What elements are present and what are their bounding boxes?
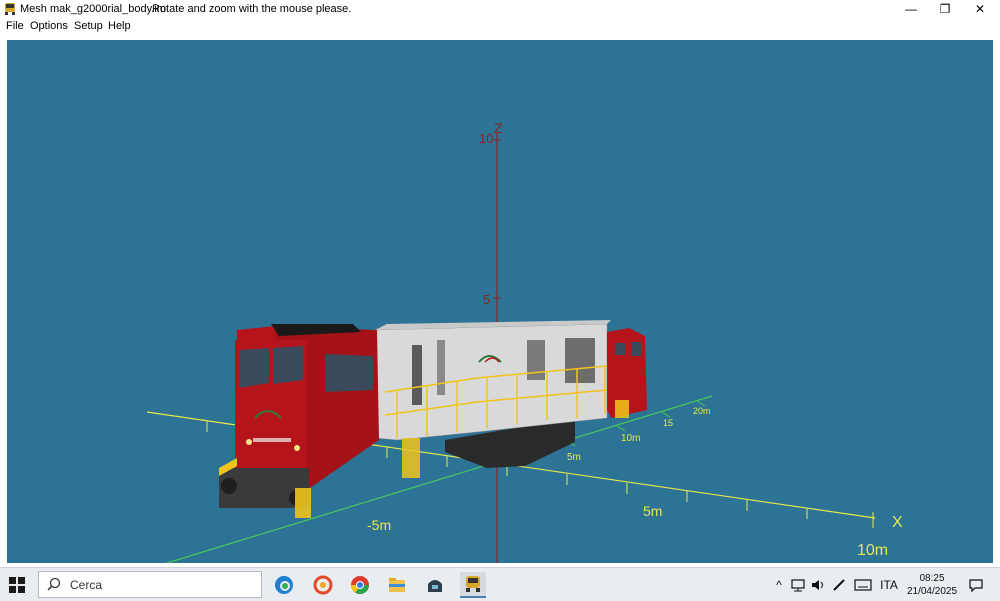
menu-file[interactable]: File — [6, 20, 24, 32]
window-hint: Rotate and zoom with the mouse please. — [152, 3, 352, 15]
menu-options[interactable]: Options — [30, 20, 68, 32]
windows-start-icon[interactable] — [8, 576, 26, 594]
rear-cab-window-2 — [631, 342, 641, 356]
chrome-icon[interactable] — [347, 572, 373, 598]
y-tick-label-20m: 20m — [693, 406, 711, 416]
keyboard-icon[interactable] — [854, 577, 872, 593]
menu-help[interactable]: Help — [108, 20, 131, 32]
x-tick-label-neg5m: -5m — [367, 517, 391, 533]
front-light-left — [246, 439, 252, 445]
show-hidden-icons-icon[interactable]: ^ — [772, 577, 786, 593]
menu-bar: File Options Setup Help — [0, 18, 1000, 34]
search-icon — [47, 577, 61, 591]
hood-grille-4 — [565, 338, 595, 383]
locomotive-model[interactable] — [219, 320, 647, 518]
taskbar: Cerca ^ ITA 08:25 21/04/2025 — [0, 567, 1000, 601]
notification-icon[interactable] — [968, 577, 984, 593]
language-indicator[interactable]: ITA — [878, 577, 900, 593]
volume-icon[interactable] — [810, 577, 826, 593]
clock-time: 08:25 — [919, 573, 945, 584]
z-axis-label: Z — [494, 120, 503, 136]
y-tick-label-10m: 10m — [621, 433, 640, 444]
search-placeholder: Cerca — [70, 578, 103, 592]
app2-icon[interactable] — [422, 572, 448, 598]
title-bar: Mesh mak_g2000rial_body.im Rotate and zo… — [0, 0, 1000, 18]
pen-icon[interactable] — [831, 577, 847, 593]
front-buffer-left — [221, 478, 237, 494]
y-tick-label-5m: 5m — [567, 452, 581, 463]
x-axis-label: X — [892, 514, 903, 531]
app-icon[interactable] — [310, 572, 336, 598]
side-window — [325, 354, 373, 392]
rear-cab-window — [615, 343, 625, 355]
mesh-viewer-app-icon — [5, 3, 15, 15]
restore-button[interactable]: ❐ — [927, 0, 963, 18]
mesh-viewer-icon[interactable] — [460, 572, 486, 598]
3d-viewport[interactable]: Z 10 5 X 10m 5m -5m 20m 15 10m 5m — [7, 40, 993, 563]
x-tick-label-5m: 5m — [643, 503, 662, 519]
edge-icon[interactable] — [271, 572, 297, 598]
rear-step — [615, 400, 629, 418]
minimize-button[interactable]: — — [893, 0, 929, 18]
hood-grille-2 — [437, 340, 445, 395]
menu-setup[interactable]: Setup — [74, 20, 103, 32]
side-step — [402, 438, 420, 478]
z-tick-label-10: 10 — [479, 131, 493, 146]
clock[interactable]: 08:25 21/04/2025 — [900, 572, 964, 598]
front-step — [295, 488, 311, 518]
front-window-right — [273, 346, 303, 384]
hood-grille-3 — [527, 340, 545, 380]
front-number-plate — [253, 438, 291, 442]
clock-date: 21/04/2025 — [906, 586, 958, 597]
x-tick-label-10m: 10m — [857, 542, 888, 559]
z-tick-label-5: 5 — [483, 292, 490, 307]
close-button[interactable]: ✕ — [962, 0, 998, 18]
file-explorer-icon[interactable] — [384, 572, 410, 598]
network-icon[interactable] — [790, 577, 806, 593]
front-light-right — [294, 445, 300, 451]
window-title: Mesh mak_g2000rial_body.im — [20, 3, 166, 15]
y-tick-label-15: 15 — [663, 418, 673, 428]
front-window-left — [239, 348, 269, 388]
viewport-scene: Z 10 5 X 10m 5m -5m 20m 15 10m 5m — [146, 120, 903, 563]
search-box[interactable]: Cerca — [38, 571, 262, 598]
hood-grille-1 — [412, 345, 422, 405]
